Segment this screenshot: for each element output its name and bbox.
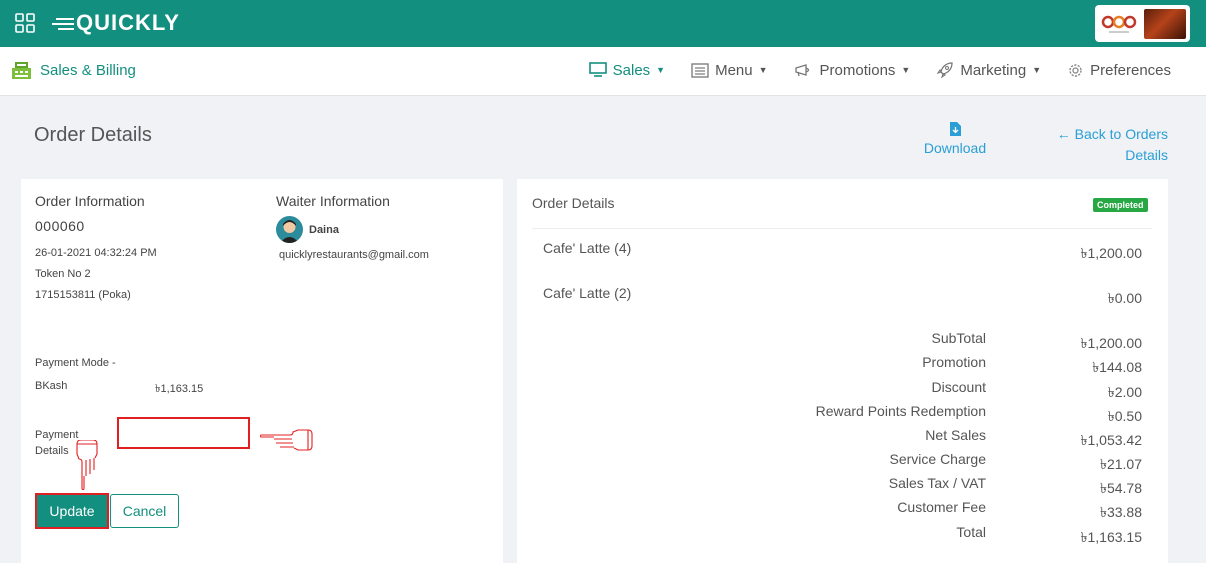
nav-menu[interactable]: Menu ▼ <box>691 61 768 79</box>
page-title: Order Details <box>34 124 152 146</box>
rocket-icon <box>936 62 953 79</box>
module-sales-billing[interactable]: Sales & Billing <box>11 60 136 80</box>
summary-value-reward-points: ৳0.50 <box>1107 408 1142 424</box>
summary-label-reward-points: Reward Points Redemption <box>815 403 986 419</box>
logo-text: QUICKLY <box>76 10 180 35</box>
summary-value-net-sales: ৳1,053.42 <box>1080 432 1142 448</box>
top-bar: QUICKLY <box>0 0 1206 47</box>
order-details-panel: Order Details Completed Cafe' Latte (4) … <box>517 179 1168 563</box>
line-item-price: ৳0.00 <box>1107 290 1142 306</box>
summary-value-customer-fee: ৳33.88 <box>1099 504 1142 520</box>
order-details-heading: Order Details <box>532 195 615 211</box>
payment-mode-label: Payment Mode - <box>35 357 116 369</box>
line-item-name: Cafe' Latte (2) <box>543 285 632 301</box>
arrow-left-icon: ← <box>1056 126 1075 142</box>
summary-value-sales-tax: ৳54.78 <box>1099 480 1142 496</box>
summary-label-discount: Discount <box>931 379 986 395</box>
nav-sales-label: Sales <box>612 61 651 79</box>
avatar <box>276 216 303 243</box>
summary-value-subtotal: ৳1,200.00 <box>1080 335 1142 351</box>
waiter-row: Daina <box>276 216 339 243</box>
order-token: Token No 2 <box>35 268 91 280</box>
payment-method: BKash <box>35 380 68 392</box>
megaphone-icon <box>794 63 809 76</box>
summary-value-total: ৳1,163.15 <box>1080 529 1142 545</box>
chevron-down-icon: ▼ <box>758 65 768 75</box>
update-button[interactable]: Update <box>35 493 109 529</box>
gear-icon <box>1069 63 1082 77</box>
divider <box>532 228 1152 229</box>
cancel-button[interactable]: Cancel <box>110 494 179 528</box>
line-item-name: Cafe' Latte (4) <box>543 240 632 256</box>
waiter-name: Daina <box>309 223 339 236</box>
waiter-info-heading: Waiter Information <box>276 193 390 209</box>
line-item-price: ৳1,200.00 <box>1080 245 1142 261</box>
summary-value-service-charge: ৳21.07 <box>1099 456 1142 472</box>
download-label: Download <box>923 140 987 156</box>
file-download-icon <box>949 122 961 136</box>
chevron-down-icon: ▼ <box>901 65 911 75</box>
nav-marketing[interactable]: Marketing ▼ <box>936 61 1041 79</box>
summary-label-subtotal: SubTotal <box>931 330 986 346</box>
restaurant-profile[interactable] <box>1095 5 1190 42</box>
waiter-email: quicklyrestaurants@gmail.com <box>279 249 429 261</box>
nav-preferences-label: Preferences <box>1090 61 1171 79</box>
module-label: Sales & Billing <box>40 61 136 79</box>
summary-label-net-sales: Net Sales <box>925 427 986 443</box>
pointing-hand-up-icon <box>76 440 98 490</box>
speed-lines-icon <box>52 18 74 30</box>
nav-menu-label: Menu <box>715 61 753 79</box>
restaurant-logo-icon <box>1099 9 1140 39</box>
main-nav: Sales ▼ Menu ▼ Promotions ▼ Marketing ▼ … <box>588 61 1171 79</box>
nav-sales[interactable]: Sales ▼ <box>588 61 666 79</box>
payment-amount: ৳1,163.15 <box>155 383 204 395</box>
summary-label-total: Total <box>956 524 986 540</box>
order-number: 000060 <box>35 218 85 234</box>
quickly-logo[interactable]: QUICKLY <box>52 10 180 36</box>
summary-label-sales-tax: Sales Tax / VAT <box>888 475 986 491</box>
pointing-hand-left-icon <box>260 429 313 451</box>
summary-value-discount: ৳2.00 <box>1107 384 1142 400</box>
status-badge: Completed <box>1093 198 1148 212</box>
back-label: Back to Orders Details <box>1074 126 1168 163</box>
cash-register-icon <box>12 62 31 79</box>
summary-label-service-charge: Service Charge <box>889 451 987 467</box>
download-button[interactable]: Download <box>920 122 990 156</box>
summary-label-customer-fee: Customer Fee <box>897 499 986 515</box>
nav-promotions[interactable]: Promotions ▼ <box>794 61 911 79</box>
summary-label-promotion: Promotion <box>922 354 986 370</box>
monitor-icon <box>588 62 607 77</box>
menu-list-icon <box>691 62 709 78</box>
app-grid-icon[interactable] <box>15 13 35 33</box>
restaurant-photo <box>1143 8 1186 39</box>
secondary-nav: Sales & Billing Sales ▼ Menu ▼ Promotion… <box>0 47 1206 96</box>
back-to-orders-link[interactable]: ← Back to Orders Details <box>1046 124 1168 166</box>
order-datetime: 26-01-2021 04:32:24 PM <box>35 247 157 259</box>
summary-value-promotion: ৳144.08 <box>1092 359 1142 375</box>
order-info-panel: Order Information 000060 26-01-2021 04:3… <box>21 179 503 563</box>
order-info-heading: Order Information <box>35 193 145 209</box>
nav-promotions-label: Promotions <box>819 61 896 79</box>
payment-details-input[interactable] <box>117 417 250 449</box>
nav-marketing-label: Marketing <box>960 61 1027 79</box>
chevron-down-icon: ▼ <box>656 65 666 75</box>
order-customer: 1715153811 (Poka) <box>35 289 131 301</box>
chevron-down-icon: ▼ <box>1032 65 1042 75</box>
nav-preferences[interactable]: Preferences <box>1067 62 1171 79</box>
